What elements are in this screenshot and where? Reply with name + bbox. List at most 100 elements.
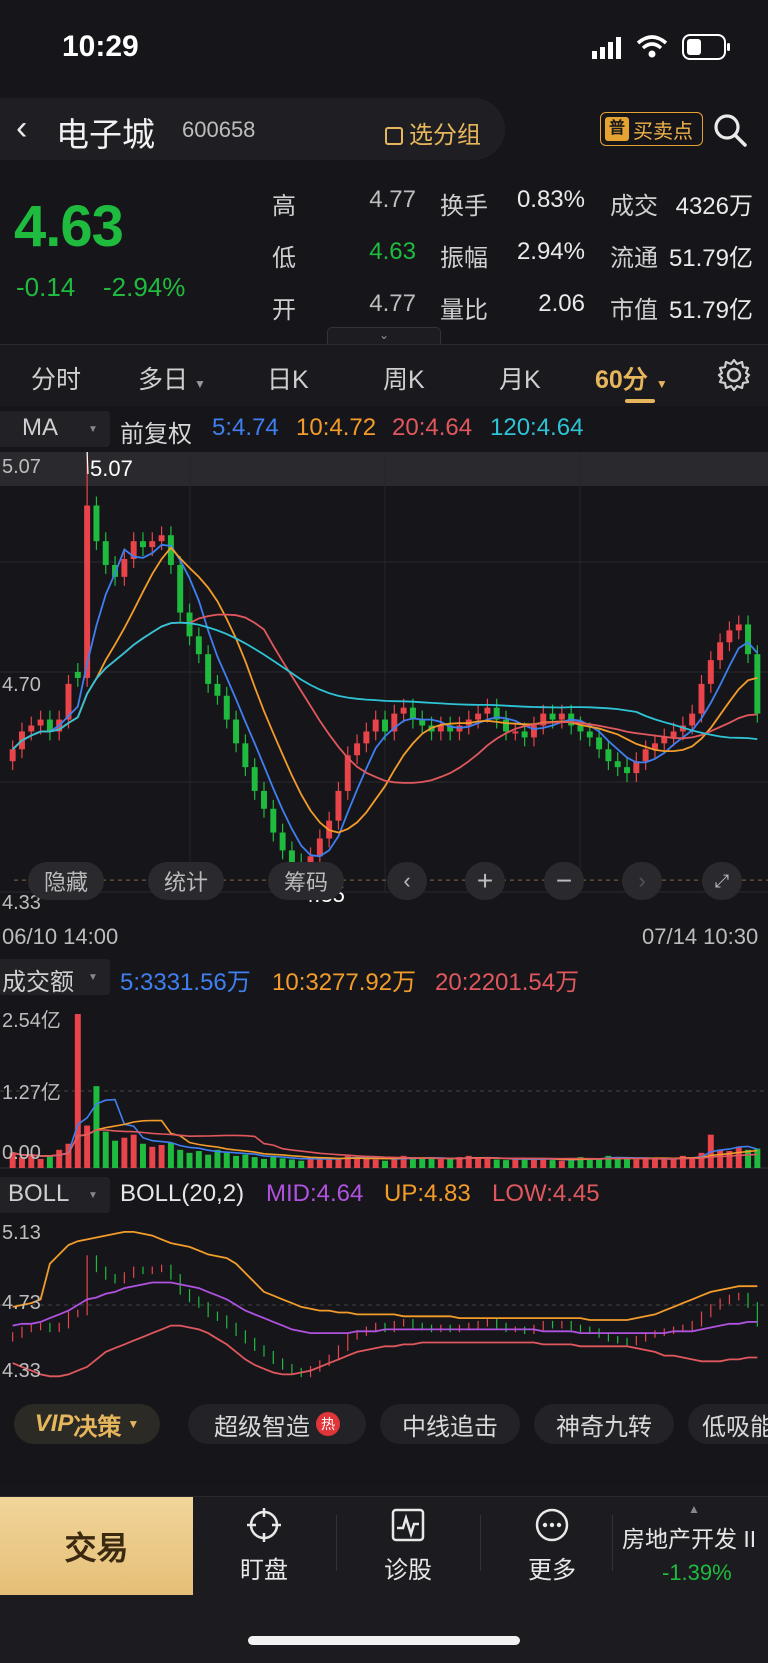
volume-bar <box>326 1158 333 1168</box>
vol-axis-top: 2.54亿 <box>2 1010 61 1032</box>
volume-bar <box>233 1155 240 1168</box>
volume-bar <box>633 1159 640 1168</box>
more-button[interactable]: 更多 <box>502 1506 602 1585</box>
chevron-left-icon[interactable]: ‹ <box>387 862 427 900</box>
vip-decision-button[interactable]: VIP 决策 ▼ <box>14 1404 160 1444</box>
select-group-button[interactable]: 选分组 <box>385 115 481 150</box>
vol-ma5: 5:3331.56万 <box>120 969 251 996</box>
volume-bar <box>428 1158 435 1168</box>
volume-bar <box>56 1149 63 1168</box>
fullscreen-icon[interactable]: ⤢ <box>702 862 742 900</box>
volratio-value: 2.06 <box>538 290 585 317</box>
volume-label: 成交 <box>610 193 658 220</box>
stock-name: 电子城 <box>56 116 155 153</box>
app: 10:29 ‹ 电子城 600658 选分组 普买卖点 4.63 -0.14 -… <box>0 0 768 1663</box>
tab-60min[interactable]: 60分 ▼ <box>595 360 668 396</box>
chip-magic-nine[interactable]: 神奇九转 <box>534 1404 674 1444</box>
volume-chart <box>0 1014 768 1169</box>
status-time: 10:29 <box>62 30 139 63</box>
candle-body <box>158 535 165 542</box>
back-button[interactable]: ‹ <box>16 111 27 145</box>
watch-button[interactable]: 盯盘 <box>214 1506 314 1585</box>
boll-axis-bottom: 4.33 <box>2 1360 41 1382</box>
chevron-right-icon[interactable]: › <box>622 862 662 900</box>
volume-bar <box>558 1160 565 1168</box>
buysell-badge: 普 <box>605 117 629 141</box>
gear-icon[interactable] <box>717 358 751 392</box>
signal-icon <box>592 37 621 59</box>
zoom-out-icon[interactable]: − <box>544 862 584 900</box>
tab-month-k[interactable]: 月K <box>499 360 541 396</box>
chip-low-absorb[interactable]: 低吸能 <box>688 1404 768 1444</box>
candle-body <box>745 624 752 655</box>
chip-midline-chase[interactable]: 中线追击 <box>380 1404 520 1444</box>
adjust-mode[interactable]: 前复权 <box>120 414 192 449</box>
volume-bar <box>158 1144 165 1168</box>
volume-bar <box>484 1158 491 1168</box>
candle-body <box>335 790 342 821</box>
volume-bar <box>624 1158 631 1168</box>
candle-body <box>400 707 407 714</box>
divider <box>336 1515 337 1571</box>
float-value: 51.79亿 <box>668 245 753 272</box>
volume-bar <box>735 1146 742 1168</box>
volume-bar <box>382 1160 388 1168</box>
industry-name[interactable]: 房地产开发 II <box>622 1520 768 1554</box>
volume-bar <box>493 1159 500 1168</box>
checkbox-icon <box>385 127 403 145</box>
trade-button[interactable]: 交易 <box>0 1497 193 1595</box>
tab-multiday[interactable]: 多日 ▼ <box>138 360 206 396</box>
float-label: 流通 <box>610 245 658 272</box>
ma-selector-label: MA <box>22 414 58 441</box>
zoom-in-icon[interactable]: + <box>465 862 505 900</box>
expand-quote-button[interactable]: ⌄ <box>327 327 441 344</box>
tab-day-k[interactable]: 日K <box>267 360 309 396</box>
hide-button[interactable]: 隐藏 <box>28 862 104 900</box>
buysell-button[interactable]: 普买卖点 <box>600 112 703 146</box>
candle-body <box>242 743 249 768</box>
candle-body <box>233 719 240 744</box>
volume-bar <box>205 1154 212 1168</box>
volume-bar <box>642 1158 649 1168</box>
y-axis-mid-label: 4.70 <box>2 674 41 696</box>
candle-body <box>372 719 379 732</box>
diagnose-button[interactable]: 诊股 <box>358 1506 458 1585</box>
high-label: 高 <box>272 193 296 220</box>
chip-super-manufacturing[interactable]: 超级智造热 <box>188 1404 366 1444</box>
ma10-value: 10:4.72 <box>296 414 377 441</box>
tab-week-k[interactable]: 周K <box>383 360 425 396</box>
candle-body <box>503 719 509 732</box>
ma120-value: 120:4.64 <box>490 414 584 441</box>
wifi-icon <box>636 35 668 58</box>
candle-body <box>93 505 100 542</box>
search-icon[interactable] <box>712 112 748 148</box>
divider <box>612 1515 613 1571</box>
candle-body <box>37 719 44 726</box>
volume-bar <box>717 1149 724 1168</box>
caret-up-icon: ▲ <box>688 1502 700 1516</box>
volume-bar <box>214 1149 221 1168</box>
candle-body <box>121 559 128 577</box>
volume-bar <box>540 1158 547 1168</box>
candle-body <box>707 660 714 684</box>
chips-button[interactable]: 筹码 <box>268 862 344 900</box>
candle-body <box>754 654 761 714</box>
volume-bar <box>437 1159 444 1168</box>
candle-body <box>363 731 370 744</box>
volume-bar <box>503 1160 509 1168</box>
candle-body <box>261 790 267 809</box>
candle-body <box>726 630 733 643</box>
candle-body <box>549 713 556 720</box>
tab-intraday[interactable]: 分时 <box>31 360 81 396</box>
volume-bar <box>391 1158 398 1168</box>
buysell-label: 买卖点 <box>633 120 693 143</box>
home-indicator[interactable] <box>248 1636 520 1645</box>
divider <box>480 1515 481 1571</box>
volume-bar <box>298 1160 305 1168</box>
candle-body <box>177 564 184 613</box>
candle-body <box>195 636 202 655</box>
candle-body <box>614 761 621 768</box>
stats-button[interactable]: 统计 <box>148 862 224 900</box>
diagnose-label: 诊股 <box>384 1557 432 1584</box>
candle-body <box>530 725 537 738</box>
